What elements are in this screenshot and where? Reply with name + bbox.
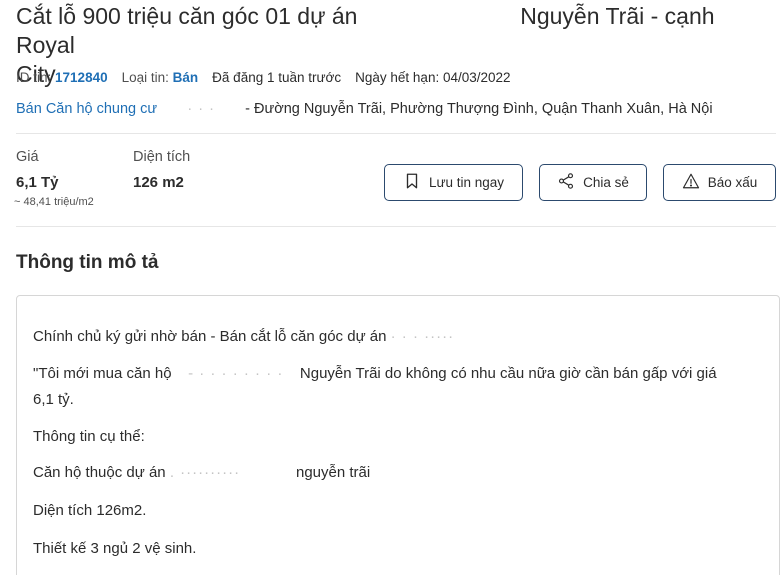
bookmark-icon [403, 172, 421, 193]
report-button[interactable]: Báo xấu [663, 164, 776, 201]
type-value[interactable]: Bán [173, 70, 199, 85]
price-label: Giá [16, 149, 39, 165]
share-button[interactable]: Chia sẻ [539, 164, 647, 201]
share-icon [557, 172, 575, 193]
expiry-date: Ngày hết hạn: 04/03/2022 [355, 70, 511, 85]
id-value: 1712840 [55, 70, 108, 85]
divider [16, 133, 776, 134]
warning-icon [682, 172, 700, 193]
report-label: Báo xấu [707, 175, 758, 190]
posted-time: Đã đăng 1 tuần trước [212, 70, 342, 85]
share-label: Chia sẻ [583, 175, 629, 190]
area-label: Diện tích [133, 149, 191, 165]
description-text: Nguyễn Trãi do không có nhu cầu nữa giờ … [299, 365, 717, 382]
description-text: nguyễn trãi [295, 464, 371, 481]
listing-address: Bán Căn hộ chung cư · · · - Đường Nguyễn… [16, 101, 713, 117]
id-label: ID tin: [16, 70, 52, 85]
listing-type: Loại tin: Bán [122, 70, 199, 85]
description-line: "Tôi mới mua căn hộ - · · · · · · · · Ng… [33, 360, 717, 387]
price-per-m2: ~ 48,41 triệu/m2 [14, 196, 94, 208]
save-listing-label: Lưu tin ngay [428, 175, 505, 190]
type-label: Loại tin: [121, 70, 169, 85]
description-line: Thông tin cụ thể: [33, 428, 145, 445]
description-redacted: . ·········· [169, 464, 241, 481]
title-text-start: Cắt lỗ 900 triệu căn góc 01 dự án [16, 3, 358, 29]
description-heading: Thông tin mô tả [16, 252, 159, 273]
description-line: Căn hộ thuộc dự án . ·········· nguyễn t… [33, 459, 370, 486]
description-redacted: - · · · · · · · · [188, 365, 284, 382]
address-category-link[interactable]: Bán Căn hộ chung cư [16, 101, 157, 117]
save-listing-button[interactable]: Lưu tin ngay [384, 164, 523, 201]
description-line: Diện tích 126m2. [33, 502, 147, 519]
description-line: Thiết kế 3 ngủ 2 vệ sinh. [33, 540, 197, 557]
description-line: 6,1 tỷ. [33, 391, 74, 408]
divider [16, 226, 776, 227]
description-redacted: · · · ····· [390, 328, 455, 345]
description-text: Chính chủ ký gửi nhờ bán - Bán cắt lỗ că… [33, 328, 387, 345]
description-text: Căn hộ thuộc dự án [33, 464, 166, 481]
price-value: 6,1 Tỷ [16, 174, 59, 191]
description-box: Chính chủ ký gửi nhờ bán - Bán cắt lỗ că… [16, 295, 780, 575]
description-text: "Tôi mới mua căn hộ [33, 365, 172, 382]
listing-meta: ID tin: 1712840 Loại tin: Bán Đã đăng 1 … [16, 70, 511, 85]
listing-id: ID tin: 1712840 [16, 70, 108, 85]
area-value: 126 m2 [133, 174, 184, 191]
address-redacted: · · · [187, 101, 215, 117]
address-text: - Đường Nguyễn Trãi, Phường Thượng Đình,… [245, 101, 713, 117]
description-line: Chính chủ ký gửi nhờ bán - Bán cắt lỗ că… [33, 323, 454, 350]
